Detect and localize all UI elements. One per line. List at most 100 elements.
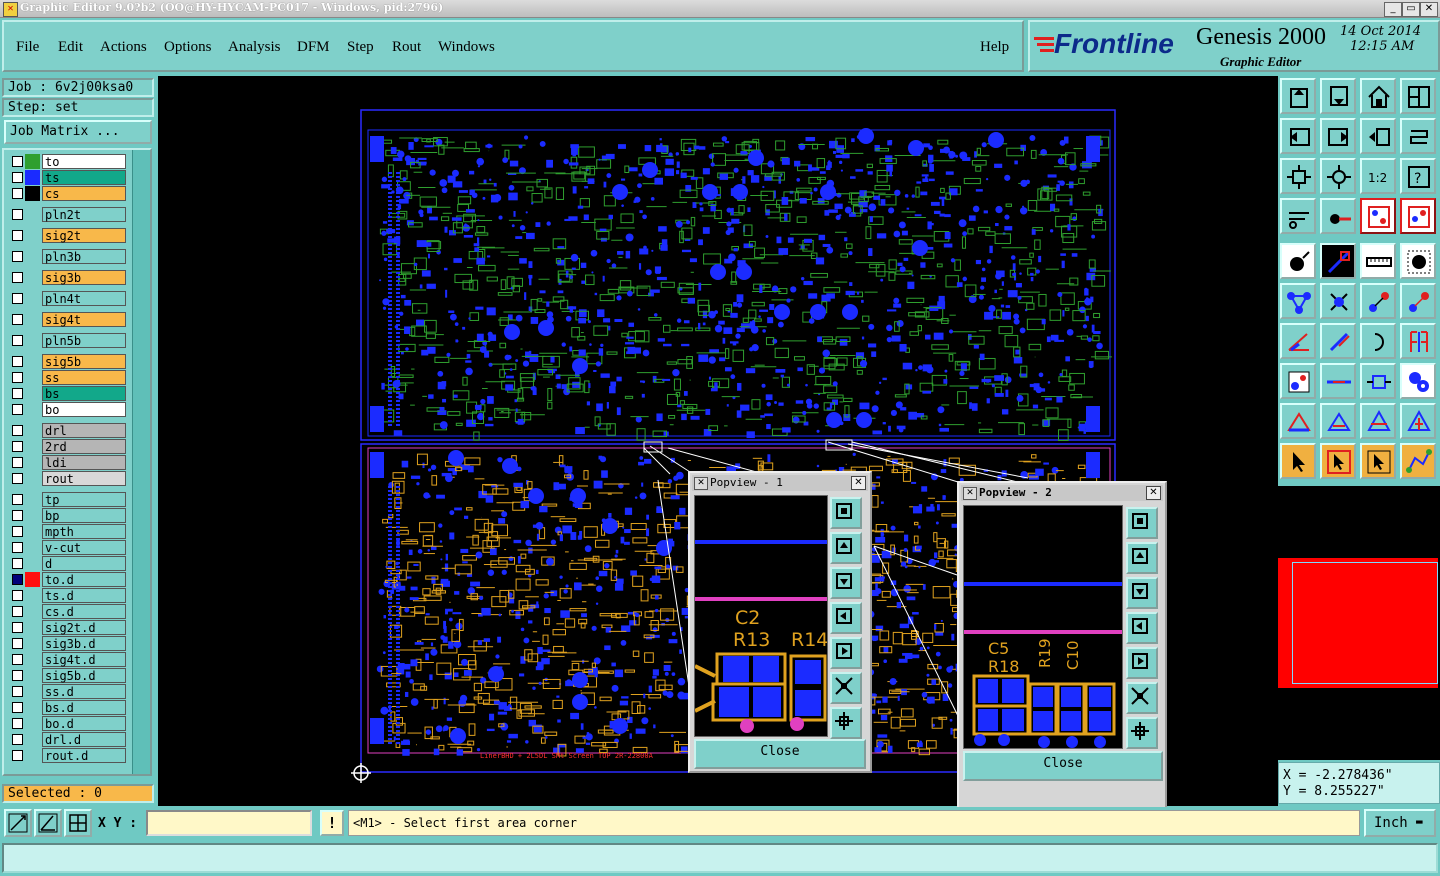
layer-color-swatch[interactable] <box>25 291 40 306</box>
popview-1-zoom-out-button[interactable] <box>830 707 862 739</box>
menu-actions[interactable]: Actions <box>100 39 147 56</box>
layer-checkbox[interactable] <box>12 441 23 452</box>
menu-edit[interactable]: Edit <box>58 39 83 56</box>
layer-color-swatch[interactable] <box>25 716 40 731</box>
minimize-button[interactable]: _ <box>1384 2 1402 17</box>
layer-row-sig3b-d[interactable]: sig3b.d <box>10 636 128 651</box>
layer-checkbox[interactable] <box>12 356 23 367</box>
layer-row-v-cut[interactable]: v-cut <box>10 540 128 555</box>
layer-checkbox[interactable] <box>12 293 23 304</box>
layer-color-swatch[interactable] <box>25 508 40 523</box>
layer-row-to-d[interactable]: to.d <box>10 572 128 587</box>
line-split-button[interactable] <box>1320 363 1356 399</box>
layer-color-swatch[interactable] <box>25 154 40 169</box>
zoom-1to1-button[interactable]: 1:2 <box>1360 158 1396 194</box>
layer-checkbox[interactable] <box>12 638 23 649</box>
menu-analysis[interactable]: Analysis <box>228 39 281 56</box>
zoom-in-button[interactable] <box>1280 158 1316 194</box>
layer-color-swatch[interactable] <box>25 684 40 699</box>
layer-row-ts[interactable]: ts <box>10 170 128 185</box>
layer-checkbox[interactable] <box>12 606 23 617</box>
layer-color-swatch[interactable] <box>25 207 40 222</box>
popview-2-pan-left-button[interactable] <box>1126 612 1158 644</box>
layer-color-swatch[interactable] <box>25 572 40 587</box>
layer-color-swatch[interactable] <box>25 439 40 454</box>
layer-color-swatch[interactable] <box>25 748 40 763</box>
zoom-page-up-button[interactable] <box>1280 78 1316 114</box>
select-feature-button[interactable] <box>1360 443 1396 479</box>
popview-2-pan-down-button[interactable] <box>1126 577 1158 609</box>
layer-row-sig3b[interactable]: sig3b <box>10 270 128 285</box>
popview-2-fit-button[interactable] <box>1126 507 1158 539</box>
popview-1-close-button[interactable]: Close <box>694 739 866 769</box>
popview-1-window[interactable]: Popview - 1 ✕ ✕ C2 R13 R14 Close <box>688 471 872 773</box>
xy-input[interactable] <box>146 810 312 836</box>
layer-color-swatch[interactable] <box>25 402 40 417</box>
pan-right-button[interactable] <box>1320 118 1356 154</box>
help-button[interactable]: ? <box>1400 158 1436 194</box>
add-line-button[interactable] <box>1320 243 1356 279</box>
select-box-button[interactable] <box>1320 443 1356 479</box>
popview-1-viewport[interactable]: C2 R13 R14 <box>694 495 828 737</box>
layer-row-sig4t[interactable]: sig4t <box>10 312 128 327</box>
layer-color-swatch[interactable] <box>25 228 40 243</box>
popview-2-zoom-in-button[interactable] <box>1126 682 1158 714</box>
popview-1-pan-up-button[interactable] <box>830 532 862 564</box>
layer-row-sig5b-d[interactable]: sig5b.d <box>10 668 128 683</box>
layer-checkbox[interactable] <box>12 335 23 346</box>
layer-color-swatch[interactable] <box>25 312 40 327</box>
delete-tool-button[interactable] <box>1320 283 1356 319</box>
popview-1-menu-icon[interactable]: ✕ <box>694 477 708 490</box>
grid-snap-icon[interactable] <box>64 809 92 837</box>
group-pads-button[interactable] <box>1400 363 1436 399</box>
layer-checkbox[interactable] <box>12 526 23 537</box>
overview-view-frame[interactable] <box>1292 562 1438 684</box>
polygon-tool-button[interactable] <box>1280 283 1316 319</box>
zoom-out-button[interactable] <box>1320 158 1356 194</box>
popview-1-zoom-in-button[interactable] <box>830 672 862 704</box>
layer-row-ldi[interactable]: ldi <box>10 455 128 470</box>
arc-tool-button[interactable] <box>1360 323 1396 359</box>
layer-checkbox[interactable] <box>12 686 23 697</box>
copy-tool-button[interactable] <box>1400 283 1436 319</box>
layer-row-sig2t[interactable]: sig2t <box>10 228 128 243</box>
layer-checkbox[interactable] <box>12 654 23 665</box>
layer-row-2rd[interactable]: 2rd <box>10 439 128 454</box>
layer-color-swatch[interactable] <box>25 370 40 385</box>
overview-panel[interactable] <box>1278 486 1440 760</box>
layer-row-rout-d[interactable]: rout.d <box>10 748 128 763</box>
ruler-button[interactable] <box>1360 243 1396 279</box>
pan-left-button[interactable] <box>1280 118 1316 154</box>
layer-list-scrollbar[interactable] <box>132 150 150 774</box>
layer-checkbox[interactable] <box>12 702 23 713</box>
layer-row-bo[interactable]: bo <box>10 402 128 417</box>
layer-color-swatch[interactable] <box>25 668 40 683</box>
layer-color-swatch[interactable] <box>25 652 40 667</box>
layer-checkbox[interactable] <box>12 542 23 553</box>
layer-checkbox[interactable] <box>12 188 23 199</box>
close-window-button[interactable]: ✕ <box>1420 2 1438 17</box>
rotate-view-button[interactable] <box>1400 118 1436 154</box>
layer-row-bs[interactable]: bs <box>10 386 128 401</box>
layer-row-to[interactable]: to <box>10 154 128 169</box>
slash-tool-button[interactable] <box>1320 323 1356 359</box>
layer-checkbox[interactable] <box>12 510 23 521</box>
zoom-page-down-button[interactable] <box>1320 78 1356 114</box>
app-icon[interactable]: ✕ <box>3 2 18 17</box>
layer-row-cs[interactable]: cs <box>10 186 128 201</box>
layer-color-swatch[interactable] <box>25 588 40 603</box>
info-button[interactable]: ! <box>320 810 344 836</box>
layer-checkbox[interactable] <box>12 425 23 436</box>
popview-2-zoom-out-button[interactable] <box>1126 717 1158 749</box>
popview-1-close-icon[interactable]: ✕ <box>851 476 866 490</box>
layer-checkbox[interactable] <box>12 172 23 183</box>
triangle-fill-button[interactable] <box>1320 403 1356 439</box>
layer-color-swatch[interactable] <box>25 604 40 619</box>
layer-checkbox[interactable] <box>12 494 23 505</box>
layer-color-swatch[interactable] <box>25 556 40 571</box>
layer-checkbox[interactable] <box>12 388 23 399</box>
layer-row-rout[interactable]: rout <box>10 471 128 486</box>
layer-checkbox[interactable] <box>12 622 23 633</box>
select-pointer-button[interactable] <box>1280 443 1316 479</box>
layer-color-swatch[interactable] <box>25 492 40 507</box>
